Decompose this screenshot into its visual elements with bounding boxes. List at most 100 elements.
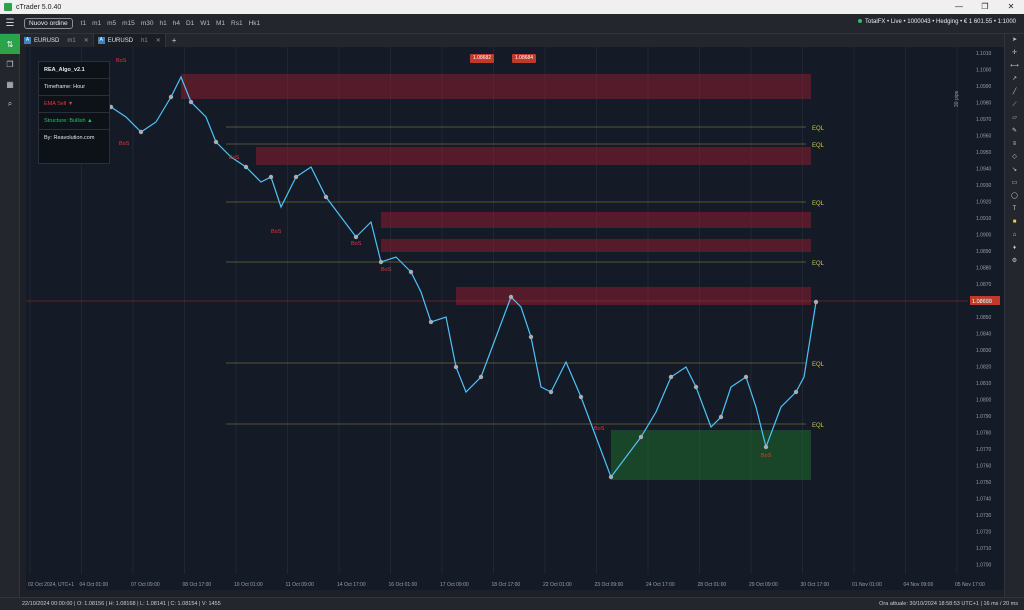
drawing-toolbar: ➤ ✛ ⟷ ↗ ╱ ⟋ ▱ ✎ ≡ ◇ ↘ ▭ ◯ T ■ ⌂ ♦ ⚙ [1004, 34, 1024, 597]
timeframe-button[interactable]: m30 [141, 20, 154, 27]
alert-icon[interactable]: ♦ [1005, 242, 1024, 255]
y-axis-label: 1.0880 [976, 266, 992, 272]
swing-point-marker [578, 394, 584, 400]
y-axis-label: 1.0940 [976, 167, 992, 173]
timeframe-button[interactable]: Hk1 [249, 20, 261, 27]
chart-tabs: A EURUSD m1 ✕ A EURUSD h1 ✕ + [20, 34, 1004, 47]
timeframe-button[interactable]: m5 [107, 20, 116, 27]
bos-label: BoS [761, 453, 772, 459]
indicator-author: By: Reavolution.com [44, 135, 95, 141]
y-axis-label: 1.0760 [976, 464, 992, 470]
line-icon[interactable]: ╱ [1005, 86, 1024, 99]
y-axis-label: 1.0790 [976, 414, 992, 420]
arrow-icon[interactable]: ↘ [1005, 164, 1024, 177]
bos-label: BoS [116, 58, 127, 64]
calendar-icon[interactable]: ▦ [0, 74, 20, 94]
eql-label: EQL [812, 201, 825, 207]
swing-point-marker [528, 334, 534, 340]
timeframe-button[interactable]: h4 [173, 20, 180, 27]
timeframe-button[interactable]: m15 [122, 20, 135, 27]
main-toolbar: ☰ Nuovo ordine t1 m1 m5 m15 m30 h1 h4 D1… [0, 14, 1024, 34]
y-axis-label: 1.0740 [976, 497, 992, 503]
chart-canvas[interactable]: EQL EQL EQL EQL EQL EQL BoS BoS BoS BoS BoS BoS BoS B… [26, 47, 1004, 590]
shape-icon[interactable]: ◇ [1005, 151, 1024, 164]
swing-point-marker [293, 174, 299, 180]
eql-label: EQL [812, 423, 825, 429]
indicator-timeframe: Timeframe: Hour [39, 79, 109, 96]
y-axis-label: 1.0900 [976, 233, 992, 239]
x-axis-label: 24 Oct 17:00 [646, 582, 675, 588]
color-icon[interactable]: ■ [1005, 216, 1024, 229]
account-info[interactable]: TotalFX • Live • 1000043 • Hedging • € 1… [858, 19, 1016, 25]
lock-icon[interactable]: ⌂ [1005, 229, 1024, 242]
cursor-icon[interactable]: ➤ [1005, 34, 1024, 47]
timeframe-button[interactable]: W1 [200, 20, 210, 27]
bos-label: BoS [229, 155, 240, 161]
ellipse-icon[interactable]: ◯ [1005, 190, 1024, 203]
y-axis-label: 1.0840 [976, 332, 992, 338]
swing-point-marker [608, 474, 614, 480]
tab-eurusd-m1[interactable]: A EURUSD m1 ✕ [20, 34, 94, 47]
timeframe-button[interactable]: t1 [81, 20, 86, 27]
settings-icon[interactable]: ⚙ [1005, 255, 1024, 268]
eql-label: EQL [812, 362, 825, 368]
supply-demand-zone [256, 147, 811, 165]
add-tab-icon[interactable]: + [172, 36, 177, 45]
x-axis-label: 10 Oct 01:00 [234, 582, 263, 588]
new-order-button[interactable]: Nuovo ordine [24, 18, 73, 29]
close-tab-icon[interactable]: ✕ [156, 37, 161, 44]
callout-icon[interactable]: ▭ [1005, 177, 1024, 190]
trend-icon[interactable]: ⟋ [1005, 99, 1024, 112]
price-chart[interactable]: EQL EQL EQL EQL EQL EQL BoS BoS BoS BoS BoS BoS BoS B… [26, 47, 1004, 590]
timeframe-button[interactable]: h1 [159, 20, 166, 27]
copy-icon[interactable]: ❐ [0, 54, 20, 74]
app-logo-icon [4, 3, 12, 11]
timeframe-button[interactable]: M1 [216, 20, 225, 27]
x-axis-label: 18 Oct 17:00 [492, 582, 521, 588]
swing-point-marker [378, 259, 384, 265]
timeframe-button[interactable]: m1 [92, 20, 101, 27]
minimize-button[interactable]: — [946, 0, 972, 14]
buy-price-box[interactable]: 1.08684 [512, 54, 537, 63]
x-axis-label: 08 Oct 17:00 [183, 582, 212, 588]
maximize-button[interactable]: ❐ [972, 0, 998, 14]
x-axis-label: 16 Oct 01:00 [389, 582, 418, 588]
crosshair-icon[interactable]: ✛ [1005, 47, 1024, 60]
y-axis-label: 1.0850 [976, 315, 992, 321]
y-axis-label: 1.0920 [976, 200, 992, 206]
x-axis-label: 02 Oct 2024, UTC+1 [28, 582, 74, 588]
swing-point-marker [763, 444, 769, 450]
text-icon[interactable]: T [1005, 203, 1024, 216]
time-readout: Ora attuale: 30/10/2024 18:58:53 UTC+1 |… [879, 601, 1018, 607]
swing-point-marker [743, 374, 749, 380]
fibonacci-icon[interactable]: ≡ [1005, 138, 1024, 151]
timeframe-button[interactable]: D1 [186, 20, 194, 27]
sell-price-box[interactable]: 1.08682 [470, 54, 495, 63]
x-axis-label: 04 Nov 09:00 [904, 582, 934, 588]
pen-icon[interactable]: ✎ [1005, 125, 1024, 138]
tab-eurusd-h1[interactable]: A EURUSD h1 ✕ [93, 34, 166, 47]
swing-point-marker [213, 139, 219, 145]
timeframe-button[interactable]: Rs1 [231, 20, 243, 27]
supply-demand-zone [181, 74, 811, 99]
swing-point-marker [718, 414, 724, 420]
menu-icon[interactable]: ☰ [0, 18, 20, 29]
y-axis-label: 1.0890 [976, 249, 992, 255]
trade-icon[interactable]: ⇅ [0, 34, 20, 54]
symbol-icon: A [97, 37, 105, 44]
y-axis-label: 1.0700 [976, 563, 992, 569]
ray-icon[interactable]: ↗ [1005, 73, 1024, 86]
y-axis-label: 1.0970 [976, 117, 992, 123]
left-sidebar: ⇅ ❐ ▦ ⌕ [0, 34, 20, 597]
swing-point-marker [353, 234, 359, 240]
swing-point-marker [188, 99, 194, 105]
close-button[interactable]: ✕ [998, 0, 1024, 14]
x-axis-label: 23 Oct 09:00 [595, 582, 624, 588]
search-icon[interactable]: ⌕ [0, 94, 20, 114]
close-tab-icon[interactable]: ✕ [84, 37, 89, 44]
channel-icon[interactable]: ▱ [1005, 112, 1024, 125]
measure-icon[interactable]: ⟷ [1005, 60, 1024, 73]
y-axis-label: 1.0750 [976, 480, 992, 486]
y-axis-label: 1.1000 [976, 68, 992, 74]
timeframe-bar: t1 m1 m5 m15 m30 h1 h4 D1 W1 M1 Rs1 Hk1 [81, 20, 266, 27]
